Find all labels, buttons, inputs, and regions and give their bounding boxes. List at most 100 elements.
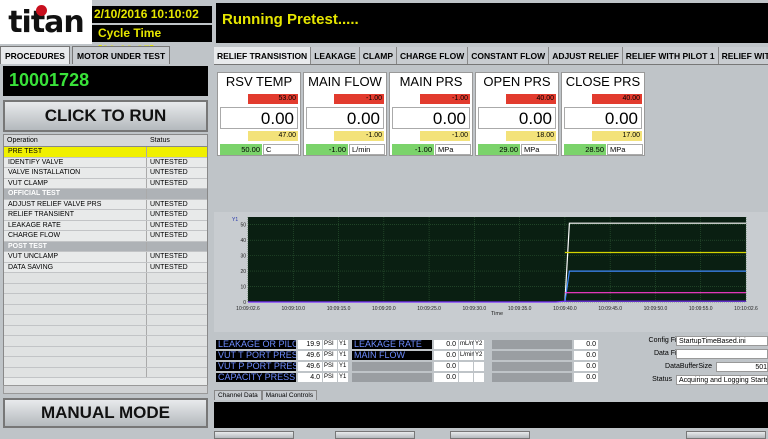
cycle-time-display: Cycle Time [00:00:25] <box>92 25 212 57</box>
run-status-bar: Running Pretest..... <box>216 3 768 43</box>
channel-unit: PSI <box>323 373 337 382</box>
manual-mode-button[interactable]: MANUAL MODE <box>3 398 208 428</box>
tab-manual-controls[interactable]: Manual Controls <box>261 390 318 400</box>
channel-axis[interactable]: Y1 <box>338 373 348 382</box>
measured-value: 0.00 <box>478 107 556 129</box>
operation-row[interactable]: POST TEST <box>4 241 207 252</box>
setpoint-value[interactable]: -1.00 <box>306 144 348 155</box>
low-limit: 18.00 <box>506 131 556 141</box>
channel-axis[interactable] <box>474 362 484 371</box>
tab-relief-transistion[interactable]: RELIEF TRANSISTION <box>214 47 312 64</box>
channel-axis[interactable]: Y1 <box>338 362 348 371</box>
operation-row[interactable]: VUT UNCLAMP UNTESTED <box>4 252 207 263</box>
bottom-button-1[interactable] <box>214 431 294 439</box>
channel-value: 0.0 <box>434 373 458 382</box>
operation-row[interactable]: PRE TEST <box>4 147 207 158</box>
tab-clamp[interactable]: CLAMP <box>360 47 397 64</box>
chart-plot-area <box>248 217 746 302</box>
exit-button[interactable] <box>686 431 766 439</box>
high-limit: 40.00 <box>592 94 642 104</box>
operation-status: UNTESTED <box>150 200 188 208</box>
low-limit: -1.00 <box>334 131 384 141</box>
setpoint-value[interactable]: 28.50 <box>564 144 606 155</box>
operation-name: IDENTIFY VALVE <box>4 157 147 167</box>
y-tick-label: 30 <box>240 254 246 260</box>
pressure-chart[interactable]: 10:09:02.6 10:09:10.0 10:09:15.0 10:09:20.0… <box>232 214 766 316</box>
empty-cell <box>4 346 147 356</box>
tab-constant-flow[interactable]: CONSTANT FLOW <box>468 47 550 64</box>
setpoint-value[interactable]: -1.00 <box>392 144 434 155</box>
operation-status <box>147 189 197 199</box>
operation-row[interactable]: OFFICIAL TEST <box>4 189 207 200</box>
channel-name <box>492 340 572 349</box>
operation-row[interactable]: ADJUST RELIEF VALVE PRS UNTESTED <box>4 199 207 210</box>
y-tick-label: 40 <box>240 238 246 244</box>
operation-status <box>147 147 197 157</box>
bottom-button-3[interactable] <box>450 431 530 439</box>
click-to-run-button[interactable]: CLICK TO RUN <box>3 100 208 132</box>
tab-charge-flow[interactable]: CHARGE FLOW <box>397 47 469 64</box>
x-tick-label: 10:09:25.0 <box>417 306 441 312</box>
measurement-close-prs: CLOSE PRS 40.00 0.00 17.00 28.50 MPa <box>561 72 645 156</box>
buffer-size-label: DataBufferSize <box>665 363 712 370</box>
operation-name: POST TEST <box>4 241 147 251</box>
tab-adjust-relief[interactable]: ADJUST RELIEF <box>549 47 623 64</box>
x-tick-label: 10:09:10.0 <box>281 306 305 312</box>
setpoint-value[interactable]: 29.00 <box>478 144 520 155</box>
tab-procedures[interactable]: PROCEDURES <box>0 46 70 64</box>
operations-scrollbar[interactable] <box>3 385 208 394</box>
operation-status: UNTESTED <box>150 211 188 218</box>
channel-axis[interactable]: Y2 <box>474 351 484 360</box>
x-tick-label: 10:09:45.0 <box>598 306 622 312</box>
channel-value: 0.0 <box>434 351 458 360</box>
empty-row <box>4 294 207 305</box>
unit-label: MPa <box>521 144 557 155</box>
channel-axis[interactable]: Y2 <box>474 340 484 349</box>
channel-axis[interactable] <box>474 373 484 382</box>
x-tick-label: 10:09:20.0 <box>372 306 396 312</box>
tab-leakage[interactable]: LEAKAGE <box>311 47 360 64</box>
operation-row[interactable]: RELIEF TRANSIENT UNTESTED <box>4 210 207 221</box>
low-limit: 17.00 <box>592 131 642 141</box>
channel-name: VUT T PORT PRESSURE <box>216 351 296 360</box>
channel-name: VUT P PORT PRESSURE <box>216 362 296 371</box>
operation-row[interactable]: LEAKAGE RATE UNTESTED <box>4 220 207 231</box>
data-file-field[interactable] <box>676 349 768 359</box>
empty-cell <box>147 326 197 336</box>
operation-name: VALVE INSTALLATION <box>4 168 147 178</box>
operations-rows: PRE TEST IDENTIFY VALVE UNTESTED VALVE INST… <box>4 147 207 378</box>
tab-channel-data[interactable]: Channel Data <box>214 390 262 400</box>
y-tick-label: 20 <box>240 269 246 275</box>
empty-cell <box>4 336 147 346</box>
operation-name: CHARGE FLOW <box>4 231 147 241</box>
operation-status: UNTESTED <box>150 158 188 166</box>
empty-cell <box>4 325 147 335</box>
test-tabs: RELIEF TRANSISTION LEAKAGE CLAMP CHARGE … <box>214 47 768 65</box>
high-limit: 40.00 <box>506 94 556 104</box>
operation-row[interactable]: CHARGE FLOW UNTESTED <box>4 231 207 242</box>
empty-cell <box>147 315 197 325</box>
empty-cell <box>147 273 197 283</box>
channel-unit: PSI <box>323 340 337 349</box>
operation-row[interactable]: DATA SAVING UNTESTED <box>4 262 207 273</box>
channel-axis[interactable]: Y1 <box>338 340 348 349</box>
operation-name: DATA SAVING <box>4 262 147 272</box>
tab-relief-with-pilot-1[interactable]: RELIEF WITH PILOT 1 <box>623 47 719 64</box>
channel-name <box>492 351 572 360</box>
part-number-display: 10001728 <box>3 66 208 96</box>
status-column-header: Status <box>150 137 170 144</box>
operation-row[interactable]: IDENTIFY VALVE UNTESTED <box>4 157 207 168</box>
setpoint-value[interactable]: 50.00 <box>220 144 262 155</box>
tab-motor-under-test[interactable]: MOTOR UNDER TEST <box>71 46 171 64</box>
channel-value: 4.0 <box>298 373 322 382</box>
buffer-size-field[interactable]: 501 <box>716 362 768 372</box>
bottom-button-2[interactable] <box>335 431 415 439</box>
channel-axis[interactable]: Y1 <box>338 351 348 360</box>
measurement-main-prs: MAIN PRS -1.00 0.00 -1.00 -1.00 MPa <box>389 72 473 156</box>
tab-relief-with-i[interactable]: RELIEF WITH I <box>719 47 768 64</box>
operation-row[interactable]: VALVE INSTALLATION UNTESTED <box>4 168 207 179</box>
y-axis-label: Y1 <box>232 217 238 223</box>
config-file-field[interactable]: StartupTimeBased.ini <box>676 336 768 346</box>
empty-cell <box>4 294 147 304</box>
operation-row[interactable]: VUT CLAMP UNTESTED <box>4 178 207 189</box>
